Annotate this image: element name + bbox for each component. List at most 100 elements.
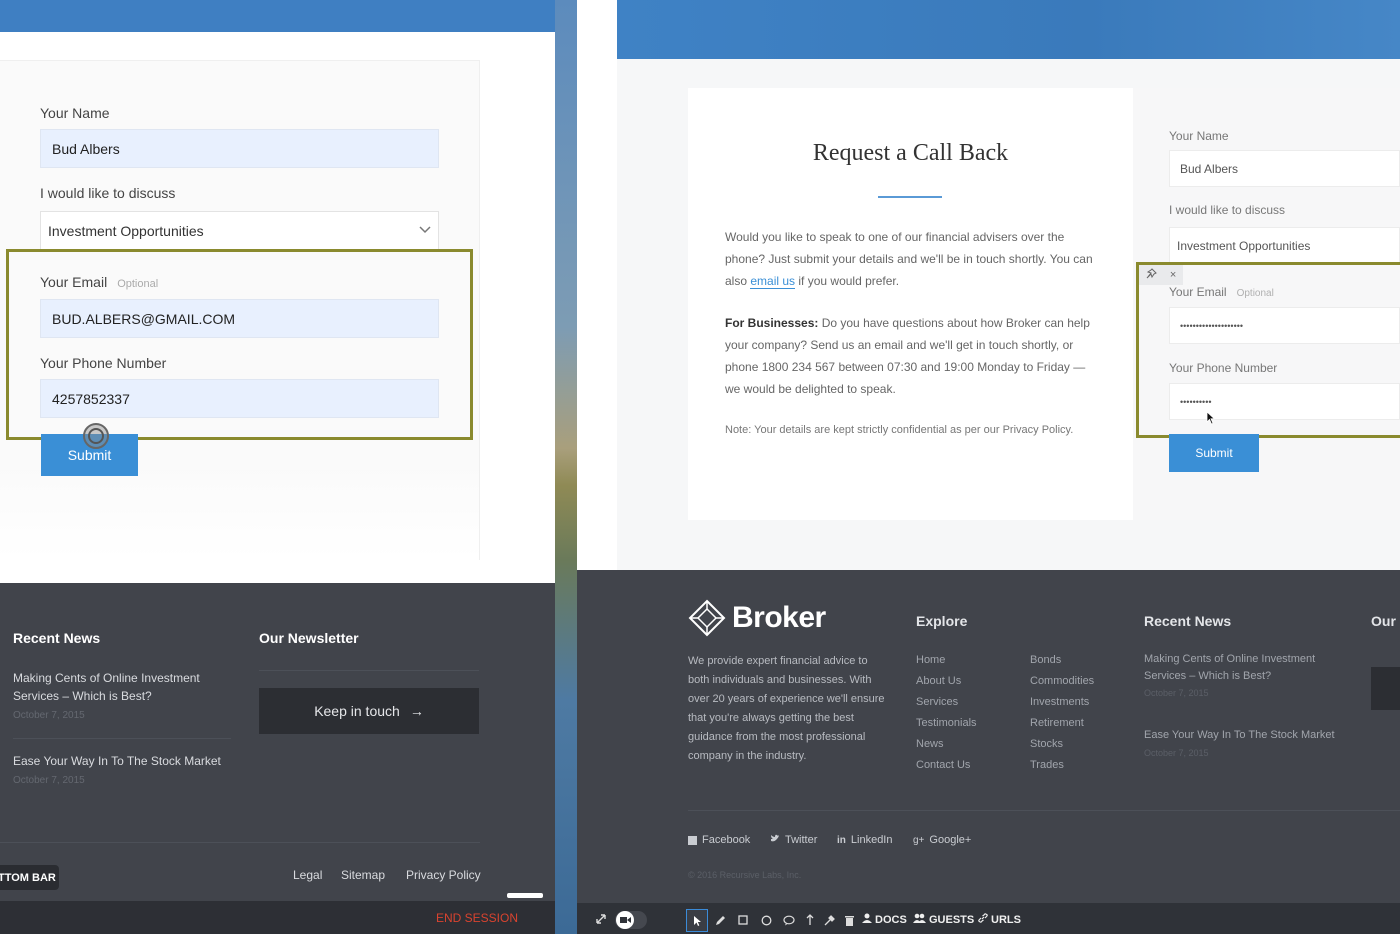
footer-link-privacy[interactable]: Privacy Policy (406, 866, 481, 884)
r-news-item-2-title[interactable]: Ease Your Way In To The Stock Market (1144, 729, 1335, 741)
speech-bubble-tool-icon[interactable] (782, 913, 796, 927)
explore-link-stocks[interactable]: Stocks (1030, 738, 1063, 750)
broker-logo[interactable]: Broker (688, 599, 826, 637)
explore-link-home[interactable]: Home (916, 654, 945, 666)
expand-icon[interactable] (594, 912, 608, 926)
close-icon[interactable]: × (1170, 269, 1176, 281)
r-name-input[interactable]: Bud Albers (1169, 150, 1400, 187)
r-email-optional-tag: Optional (1236, 288, 1274, 299)
r-recent-news-heading: Recent News (1144, 613, 1232, 629)
record-toggle[interactable] (615, 911, 647, 929)
urls-button[interactable]: URLS (978, 913, 1021, 926)
rectangle-tool-icon[interactable] (736, 913, 750, 927)
select-tool-icon[interactable] (686, 909, 708, 932)
users-icon (913, 913, 926, 926)
screen: Your Name Bud Albers I would like to dis… (0, 0, 1400, 934)
discuss-select[interactable]: Investment Opportunities (40, 211, 439, 250)
social-twitter[interactable]: Twitter (770, 834, 817, 846)
explore-link-testimonials[interactable]: Testimonials (916, 717, 977, 729)
email-input[interactable]: BUD.ALBERS@GMAIL.COM (40, 299, 439, 338)
name-input[interactable]: Bud Albers (40, 129, 439, 168)
broker-logo-text: Broker (732, 601, 826, 634)
guests-label: GUESTS (929, 913, 975, 926)
docs-button[interactable]: DOCS (862, 913, 907, 926)
r-discuss-label: I would like to discuss (1169, 203, 1286, 217)
social-googleplus-label: Google+ (929, 834, 972, 846)
privacy-note: Note: Your details are kept strictly con… (725, 424, 1074, 436)
email-us-link[interactable]: email us (750, 274, 796, 289)
footer-link-sitemap[interactable]: Sitemap (341, 866, 385, 884)
pen-tool-icon[interactable] (713, 913, 727, 927)
discuss-label: I would like to discuss (40, 185, 176, 201)
email-optional-tag: Optional (117, 278, 159, 290)
social-googleplus[interactable]: g+ Google+ (913, 834, 971, 846)
keep-in-touch-label: Keep in touch (314, 703, 400, 719)
social-linkedin[interactable]: in LinkedIn (837, 834, 892, 846)
user-icon (862, 913, 872, 926)
keep-in-touch-button[interactable]: Keep in touch → (259, 688, 479, 734)
email-label: Your Email Optional (40, 274, 158, 290)
r-name-label: Your Name (1169, 129, 1229, 143)
business-paragraph: For Businesses: Do you have questions ab… (725, 312, 1097, 400)
explore-link-retirement[interactable]: Retirement (1030, 717, 1084, 729)
recent-news-heading: Recent News (13, 630, 101, 646)
name-label: Your Name (40, 105, 110, 121)
r-phone-input[interactable]: •••••••••• (1169, 383, 1400, 420)
circle-tool-icon[interactable] (759, 913, 773, 927)
guests-button[interactable]: GUESTS (913, 913, 974, 926)
end-session-button[interactable]: END SESSION (436, 911, 518, 925)
explore-link-commodities[interactable]: Commodities (1030, 675, 1094, 687)
highlight-controls: × (1139, 265, 1183, 285)
explore-heading: Explore (916, 613, 968, 629)
callback-title: Request a Call Back (812, 140, 1009, 166)
r-newsletter-button-partial[interactable] (1371, 667, 1400, 710)
r-news-item-1-title[interactable]: Making Cents of Online Investment Servic… (1144, 651, 1324, 685)
phone-input[interactable]: 4257852337 (40, 379, 439, 418)
footer-link-legal[interactable]: Legal (293, 866, 322, 884)
social-facebook[interactable]: Facebook (688, 834, 750, 846)
news-item-1-title[interactable]: Making Cents of Online Investment Servic… (13, 669, 223, 705)
background-landscape (555, 0, 577, 934)
news-divider (13, 738, 231, 739)
pin-icon[interactable] (1146, 268, 1157, 282)
arrow-tool-icon[interactable] (804, 913, 816, 927)
cursor-click-icon (80, 420, 112, 457)
r-email-label-text: Your Email (1169, 285, 1227, 299)
r-email-input[interactable]: •••••••••••••••••••• (1169, 307, 1400, 344)
phone-label: Your Phone Number (40, 355, 167, 371)
discuss-select-value: Investment Opportunities (48, 222, 204, 239)
r-news-item-2-date: October 7, 2015 (1144, 748, 1209, 758)
social-linkedin-label: LinkedIn (850, 834, 893, 846)
explore-link-news[interactable]: News (916, 738, 944, 750)
broker-logo-icon (688, 599, 726, 637)
left-header-band (0, 0, 555, 32)
chevron-down-icon (419, 225, 431, 237)
trash-icon[interactable] (842, 913, 856, 927)
news-item-2-date: October 7, 2015 (13, 775, 85, 786)
explore-link-bonds[interactable]: Bonds (1030, 654, 1061, 666)
r-footer-divider (688, 810, 1400, 811)
news-item-1-date: October 7, 2015 (13, 710, 85, 721)
email-label-text: Your Email (40, 274, 108, 290)
r-submit-button[interactable]: Submit (1169, 434, 1259, 472)
r-newsletter-heading-partial: Our N (1371, 613, 1400, 629)
bottom-bar-tab[interactable]: TTOM BAR (0, 865, 59, 890)
explore-link-trades[interactable]: Trades (1030, 759, 1064, 771)
explore-link-contact[interactable]: Contact Us (916, 759, 970, 771)
linkedin-icon: in (837, 834, 846, 846)
explore-link-about[interactable]: About Us (916, 675, 961, 687)
r-discuss-select[interactable]: Investment Opportunities (1169, 227, 1400, 264)
r-news-item-1-date: October 7, 2015 (1144, 688, 1209, 698)
docs-label: DOCS (875, 913, 907, 926)
business-label: For Businesses: (725, 316, 819, 330)
explore-link-services[interactable]: Services (916, 696, 958, 708)
right-left-gutter (577, 0, 617, 570)
newsletter-heading: Our Newsletter (259, 630, 359, 646)
social-twitter-label: Twitter (785, 834, 818, 846)
eyedropper-tool-icon[interactable] (822, 913, 836, 927)
explore-link-investments[interactable]: Investments (1030, 696, 1089, 708)
r-phone-label: Your Phone Number (1169, 361, 1278, 375)
scroll-indicator (507, 893, 543, 898)
r-email-label: Your Email Optional (1169, 285, 1274, 299)
news-item-2-title[interactable]: Ease Your Way In To The Stock Market (13, 752, 233, 770)
